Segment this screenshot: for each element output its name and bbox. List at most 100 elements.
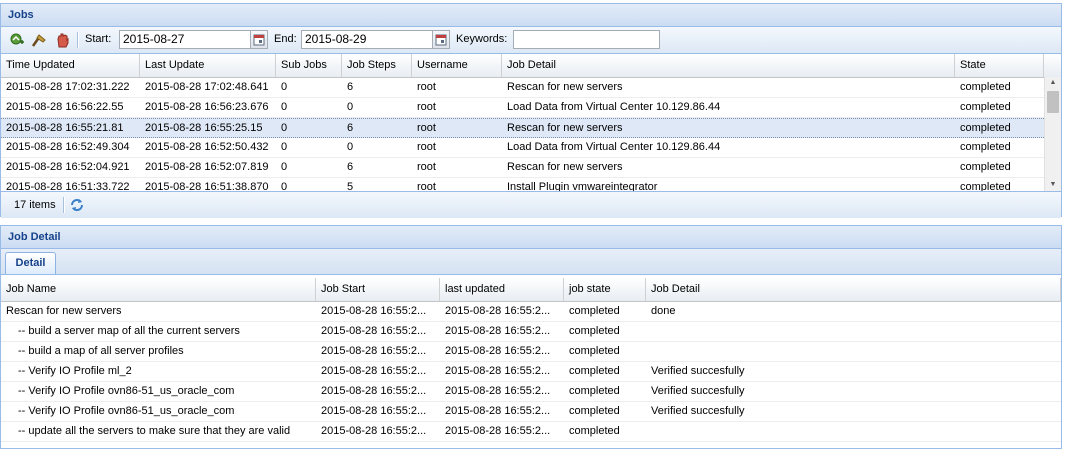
cell-job-state: completed (569, 405, 620, 417)
end-date-field[interactable]: 2015-08-29 (301, 30, 433, 49)
cell-sub-jobs: 0 (281, 161, 288, 173)
cell-job-detail (646, 322, 1061, 341)
cell-job-name: -- Verify IO Profile ml_2 (18, 365, 132, 377)
cell-last-update: 2015-08-28 16:51:38.870 (145, 181, 269, 191)
col-job-detail[interactable]: Job Detail (502, 54, 955, 77)
table-row[interactable]: 2015-08-28 16:51:33.722 2015-08-28 16:51:… (1, 178, 1044, 191)
col-job-name[interactable]: Job Name (1, 278, 316, 301)
cell-username: root (417, 101, 436, 113)
cell-username: root (417, 181, 436, 191)
table-row[interactable]: 2015-08-28 16:56:22.55 2015-08-28 16:56:2… (1, 98, 1044, 118)
col-time-updated[interactable]: Time Updated (1, 54, 140, 77)
stop-hand-icon[interactable] (55, 32, 71, 48)
col-spacer (1044, 54, 1061, 77)
cell-job-detail: Install Plugin vmwareintegrator (507, 181, 658, 191)
list-item[interactable]: -- Verify IO Profile ml_2 2015-08-28 16:5… (1, 362, 1061, 382)
col-last-updated[interactable]: last updated (440, 278, 564, 301)
cell-job-state: completed (569, 325, 620, 337)
keywords-input[interactable] (513, 30, 660, 49)
cell-last-update: 2015-08-28 16:52:50.432 (145, 141, 269, 153)
cell-last-updated: 2015-08-28 16:55:2... (445, 305, 551, 317)
cell-job-steps: 6 (347, 81, 354, 93)
keywords-label: Keywords: (456, 33, 508, 45)
jobs-scrollbar[interactable]: ▲ ▼ (1044, 77, 1061, 191)
cell-username: root (417, 141, 436, 153)
table-row[interactable]: 2015-08-28 16:52:49.304 2015-08-28 16:52:… (1, 138, 1044, 158)
cell-job-start: 2015-08-28 16:55:2... (321, 345, 427, 357)
cell-sub-jobs: 0 (281, 101, 288, 113)
detail-tab-strip: Detail (1, 249, 1061, 275)
cell-job-start: 2015-08-28 16:55:2... (321, 305, 427, 317)
cell-job-steps: 5 (347, 181, 354, 191)
cell-username: root (417, 81, 436, 93)
cell-job-state: completed (569, 365, 620, 377)
scroll-up-arrow-icon[interactable]: ▲ (1045, 77, 1061, 89)
cell-sub-jobs: 0 (281, 81, 288, 93)
col-job-state[interactable]: job state (564, 278, 646, 301)
job-detail-panel: Job Detail Detail Job Name Job Start las… (0, 225, 1062, 449)
jobs-grid-header: Time Updated Last Update Sub Jobs Job St… (1, 54, 1061, 78)
col-last-update[interactable]: Last Update (140, 54, 276, 77)
cell-job-detail: Rescan for new servers (507, 81, 623, 93)
col-job-steps[interactable]: Job Steps (342, 54, 412, 77)
cell-job-start: 2015-08-28 16:55:2... (321, 365, 427, 377)
jobs-panel-title: Jobs (1, 4, 1061, 27)
jobs-panel: Jobs Start: 2015-08-27 End: 2015-08-29 K… (0, 3, 1062, 218)
cell-job-state: completed (569, 385, 620, 397)
list-item[interactable]: Rescan for new servers 2015-08-28 16:55:2… (1, 302, 1061, 322)
cell-last-updated: 2015-08-28 16:55:2... (445, 345, 551, 357)
col-detail-job-detail[interactable]: Job Detail (646, 278, 1061, 301)
cell-sub-jobs: 0 (281, 141, 288, 153)
col-sub-jobs[interactable]: Sub Jobs (276, 54, 342, 77)
col-job-start[interactable]: Job Start (316, 278, 440, 301)
list-item[interactable]: -- update all the servers to make sure t… (1, 422, 1061, 442)
cell-job-detail: Load Data from Virtual Center 10.129.86.… (507, 141, 721, 153)
detail-grid-body: Rescan for new servers 2015-08-28 16:55:2… (1, 302, 1061, 442)
add-job-icon[interactable] (9, 32, 25, 48)
cell-job-start: 2015-08-28 16:55:2... (321, 405, 427, 417)
scroll-thumb[interactable] (1047, 91, 1059, 113)
end-calendar-icon[interactable] (432, 30, 450, 49)
end-label: End: (274, 33, 297, 45)
tab-detail[interactable]: Detail (5, 252, 56, 274)
cell-last-update: 2015-08-28 16:56:23.676 (145, 101, 269, 113)
list-item[interactable]: -- build a server map of all the current… (1, 322, 1061, 342)
cell-time-updated: 2015-08-28 17:02:31.222 (6, 81, 130, 93)
cell-time-updated: 2015-08-28 16:55:21.81 (6, 122, 124, 134)
cell-username: root (417, 122, 436, 134)
col-state[interactable]: State (955, 54, 1044, 77)
refresh-icon[interactable] (69, 197, 85, 213)
jobs-pager: 17 items (1, 191, 1061, 218)
cell-job-detail: Verified succesfully (651, 365, 745, 377)
list-item[interactable]: -- build a map of all server profiles 201… (1, 342, 1061, 362)
list-item[interactable]: -- Verify IO Profile ovn86-51_us_oracle_… (1, 402, 1061, 422)
cell-job-detail (646, 422, 1061, 441)
cell-last-update: 2015-08-28 16:55:25.15 (145, 122, 263, 134)
cell-state: completed (960, 181, 1011, 191)
cell-last-update: 2015-08-28 17:02:48.641 (145, 81, 269, 93)
items-count: 17 items (14, 199, 56, 211)
cell-job-start: 2015-08-28 16:55:2... (321, 385, 427, 397)
cell-job-detail: done (651, 305, 676, 317)
cell-job-name: -- Verify IO Profile ovn86-51_us_oracle_… (18, 385, 235, 397)
scroll-down-arrow-icon[interactable]: ▼ (1045, 179, 1061, 191)
cell-time-updated: 2015-08-28 16:56:22.55 (6, 101, 124, 113)
jobs-toolbar: Start: 2015-08-27 End: 2015-08-29 Keywor… (1, 27, 1061, 54)
cell-time-updated: 2015-08-28 16:51:33.722 (6, 181, 130, 191)
list-item[interactable]: -- Verify IO Profile ovn86-51_us_oracle_… (1, 382, 1061, 402)
cell-job-detail: Verified succesfully (651, 405, 745, 417)
edit-broom-icon[interactable] (31, 32, 47, 48)
cell-job-state: completed (569, 345, 620, 357)
start-calendar-icon[interactable] (250, 30, 268, 49)
start-label: Start: (85, 33, 112, 45)
col-username[interactable]: Username (412, 54, 502, 77)
start-date-field[interactable]: 2015-08-27 (119, 30, 251, 49)
detail-grid-header: Job Name Job Start last updated job stat… (1, 278, 1061, 302)
cell-job-name: -- build a map of all server profiles (18, 345, 184, 357)
cell-last-updated: 2015-08-28 16:55:2... (445, 385, 551, 397)
cell-state: completed (960, 141, 1011, 153)
table-row[interactable]: 2015-08-28 16:52:04.921 2015-08-28 16:52:… (1, 158, 1044, 178)
table-row[interactable]: 2015-08-28 16:55:21.81 2015-08-28 16:55:2… (1, 118, 1044, 138)
table-row[interactable]: 2015-08-28 17:02:31.222 2015-08-28 17:02:… (1, 78, 1044, 98)
cell-sub-jobs: 0 (281, 122, 288, 134)
